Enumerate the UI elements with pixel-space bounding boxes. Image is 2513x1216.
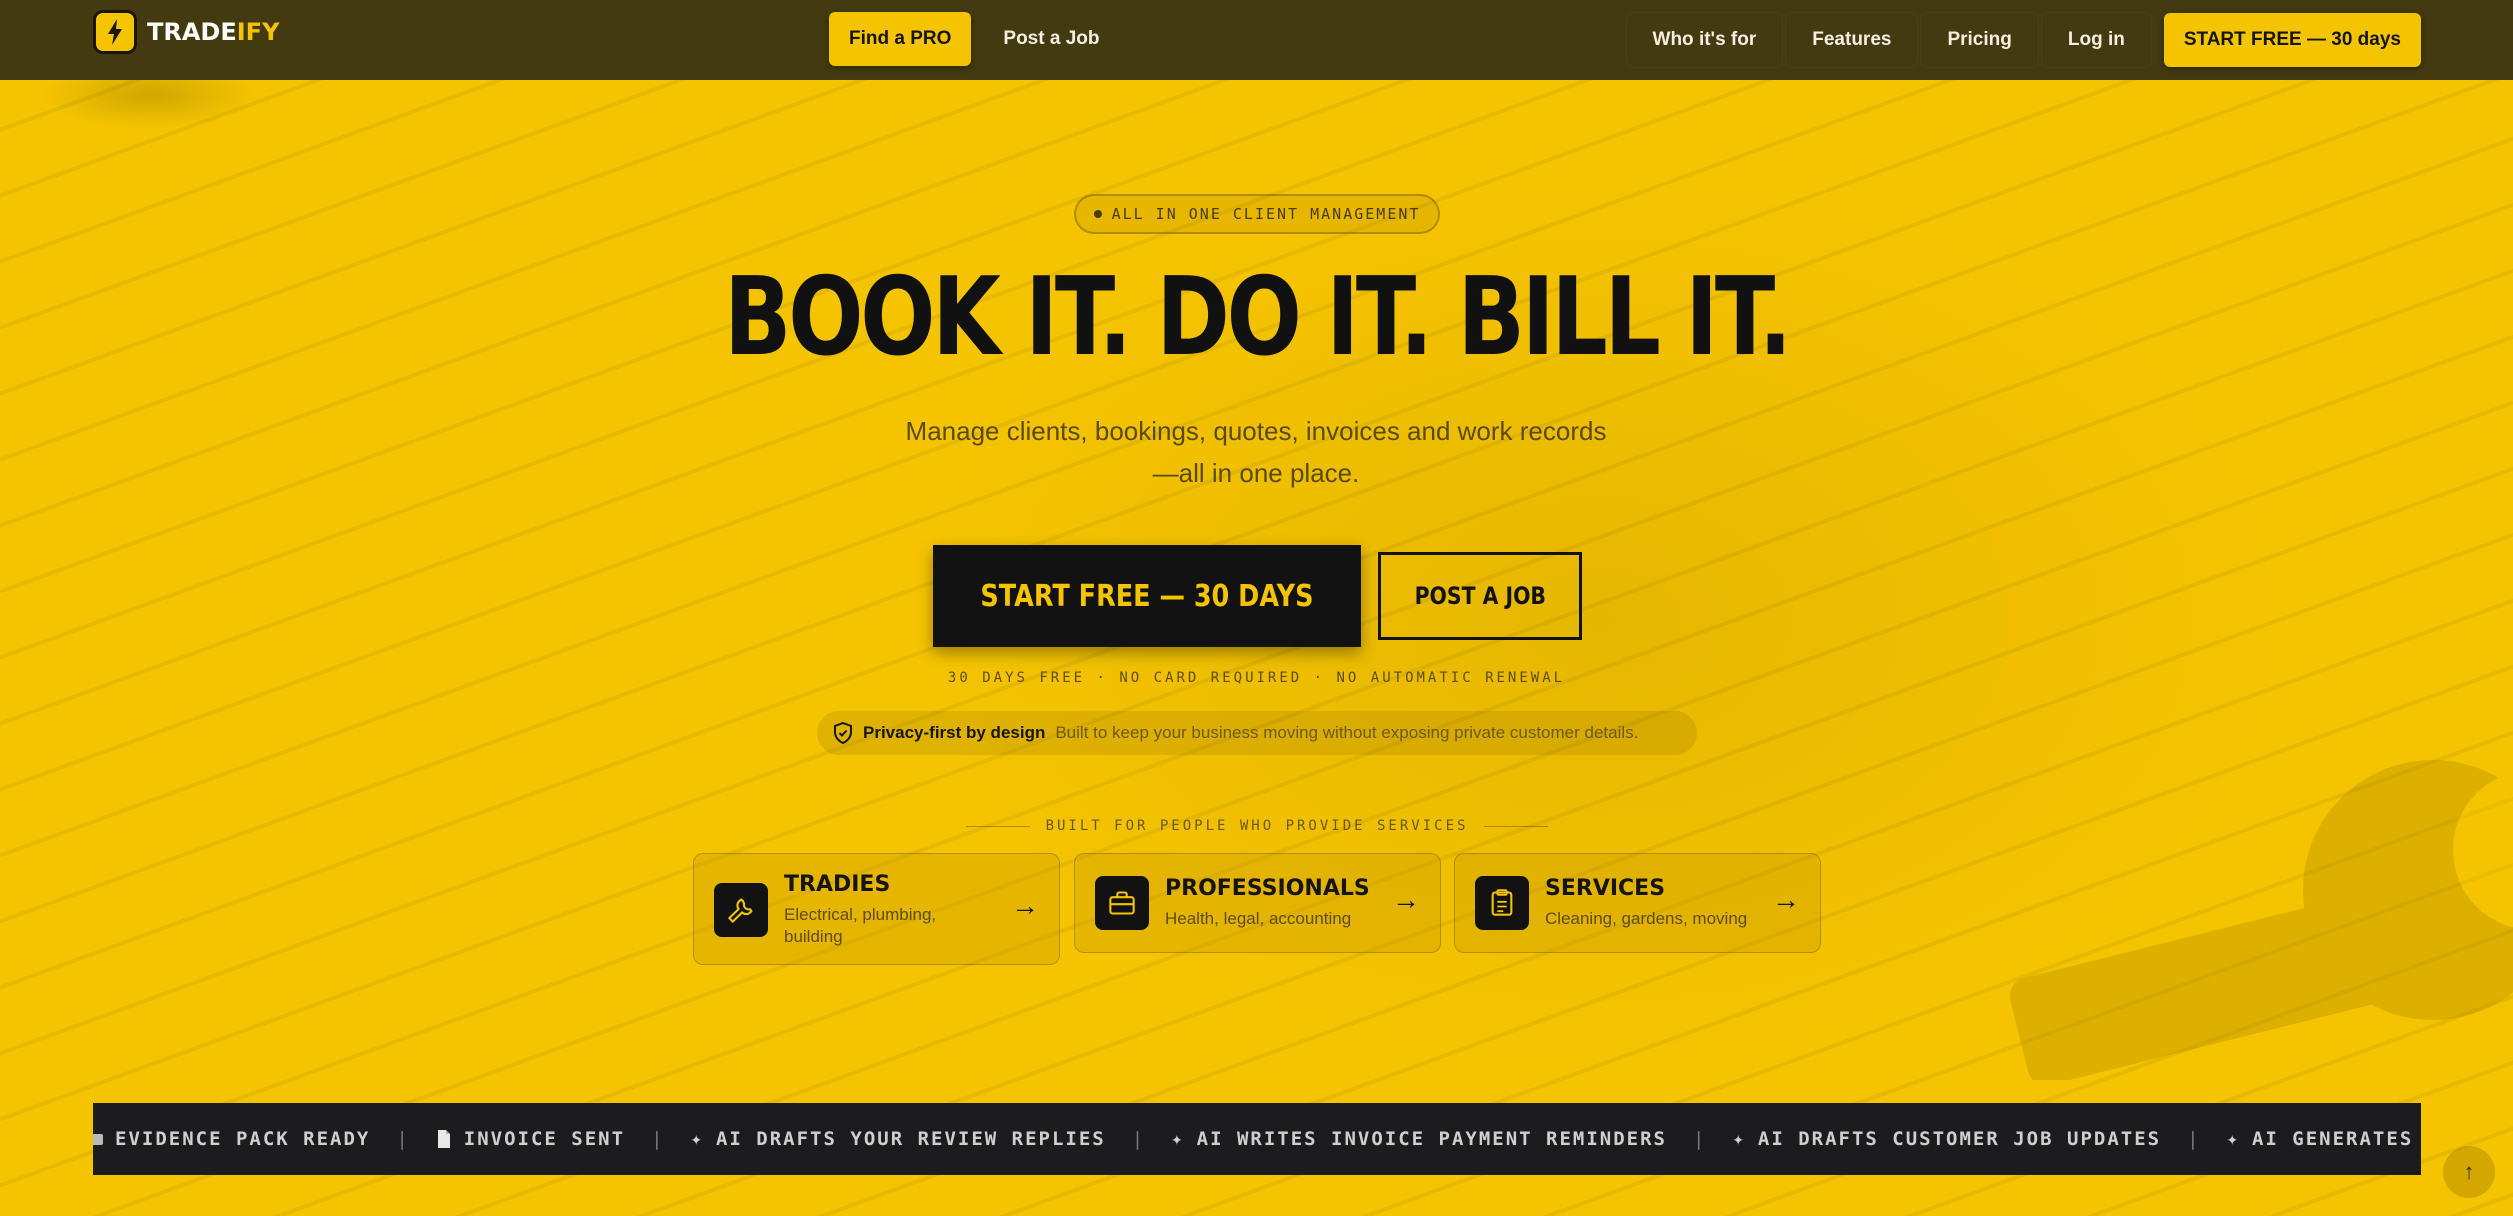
find-a-pro-button[interactable]: Find a PRO bbox=[829, 12, 972, 66]
arrow-right-icon: → bbox=[1011, 890, 1039, 921]
sparkle-icon: ✦ bbox=[1171, 1128, 1185, 1150]
shield-check-icon bbox=[834, 722, 852, 744]
hero-subheading: Manage clients, bookings, quotes, invoic… bbox=[856, 410, 1656, 494]
logo-text: TRADEIFY bbox=[147, 18, 280, 46]
ticker-text: EVIDENCE PACK READY bbox=[115, 1128, 371, 1150]
post-a-job-cta-label: POST A JOB bbox=[1414, 582, 1546, 610]
arrow-right-icon: → bbox=[1392, 884, 1420, 915]
card-desc-line-2: building bbox=[784, 927, 843, 946]
eyebrow-badge: ALL IN ONE CLIENT MANAGEMENT bbox=[1074, 194, 1440, 234]
clipboard-icon bbox=[1475, 876, 1529, 930]
nav-link-features[interactable]: Features bbox=[1785, 12, 1919, 68]
ticker-text: AI GENERATES SERVICE D bbox=[2251, 1128, 2421, 1150]
scroll-to-top-button[interactable]: ↑ bbox=[2443, 1146, 2495, 1198]
ticker-text: AI DRAFTS CUSTOMER JOB UPDATES bbox=[1757, 1128, 2162, 1150]
card-desc-line-1: Electrical, plumbing, bbox=[784, 905, 937, 924]
wrench-watermark-icon bbox=[2009, 760, 2513, 1080]
top-navigation-bar: TRADEIFY Find a PRO Post a Job Who it's … bbox=[0, 0, 2513, 80]
ticker-item: ✦ AI DRAFTS CUSTOMER JOB UPDATES bbox=[1732, 1128, 2161, 1150]
built-for-label: BUILT FOR PEOPLE WHO PROVIDE SERVICES bbox=[1045, 818, 1469, 834]
fineprint-text: 30 DAYS FREE · NO CARD REQUIRED · NO AUT… bbox=[947, 670, 1566, 686]
dot-icon bbox=[1093, 210, 1102, 218]
nav-link-who-its-for[interactable]: Who it's for bbox=[1625, 12, 1784, 68]
start-free-header-button[interactable]: START FREE — 30 days bbox=[2163, 13, 2421, 67]
nav-right: Who it's for Features Pricing Log in STA… bbox=[1625, 12, 2421, 68]
ticker-item: ✦ AI DRAFTS YOUR REVIEW REPLIES bbox=[691, 1128, 1106, 1150]
ticker-text: AI DRAFTS YOUR REVIEW REPLIES bbox=[715, 1128, 1106, 1150]
nav-link-log-in[interactable]: Log in bbox=[2040, 12, 2152, 68]
arrow-right-icon: → bbox=[1772, 884, 1800, 915]
hero-headline: BOOK IT. DO IT. BILL IT. bbox=[724, 255, 1792, 380]
privacy-badge: Privacy-first by design Built to keep yo… bbox=[817, 711, 1697, 755]
wrench-icon bbox=[714, 883, 768, 937]
briefcase-icon bbox=[1095, 876, 1149, 930]
sparkle-icon: ✦ bbox=[2226, 1128, 2240, 1150]
subhead-line-2: —all in one place. bbox=[1152, 458, 1360, 488]
card-desc-line-1: Health, legal, accounting bbox=[1165, 909, 1352, 928]
privacy-text: Built to keep your business moving witho… bbox=[1055, 723, 1639, 742]
card-description: Electrical, plumbing, building bbox=[784, 904, 936, 948]
ticker-separator: | bbox=[1131, 1128, 1146, 1150]
ticker-track: EVIDENCE PACK READY | INVOICE SENT | ✦ A… bbox=[93, 1103, 2421, 1175]
document-icon bbox=[437, 1130, 450, 1148]
card-title: TRADIES bbox=[784, 872, 891, 897]
logo[interactable]: TRADEIFY bbox=[93, 10, 279, 54]
card-title: PROFESSIONALS bbox=[1165, 876, 1370, 901]
sparkle-icon: ✦ bbox=[690, 1128, 704, 1150]
lightning-bolt-icon bbox=[93, 10, 137, 54]
card-description: Health, legal, accounting bbox=[1165, 908, 1351, 930]
ticker-item: EVIDENCE PACK READY bbox=[93, 1128, 370, 1150]
card-tradies[interactable]: TRADIES Electrical, plumbing, building → bbox=[693, 853, 1060, 965]
ticker-item: ✦ AI WRITES INVOICE PAYMENT REMINDERS bbox=[1171, 1128, 1667, 1150]
ticker-separator: | bbox=[396, 1128, 410, 1150]
privacy-title: Privacy-first by design bbox=[863, 723, 1046, 742]
ticker-item: ✦ AI GENERATES SERVICE D bbox=[2227, 1128, 2421, 1150]
post-a-job-cta-button[interactable]: POST A JOB bbox=[1378, 552, 1582, 640]
ticker-item: INVOICE SENT bbox=[436, 1128, 625, 1150]
sparkle-icon: ✦ bbox=[1732, 1128, 1746, 1150]
feature-ticker: EVIDENCE PACK READY | INVOICE SENT | ✦ A… bbox=[93, 1103, 2421, 1175]
divider-line-left bbox=[966, 825, 1030, 827]
nav-center: Find a PRO Post a Job bbox=[829, 12, 1119, 66]
ticker-separator: | bbox=[1693, 1128, 1707, 1150]
ticker-text: INVOICE SENT bbox=[463, 1128, 626, 1150]
post-a-job-link[interactable]: Post a Job bbox=[983, 12, 1119, 66]
arrow-up-icon: ↑ bbox=[2463, 1159, 2475, 1184]
ticker-separator: | bbox=[2187, 1128, 2201, 1150]
subhead-line-1: Manage clients, bookings, quotes, invoic… bbox=[905, 416, 1607, 446]
ticker-separator: | bbox=[651, 1128, 665, 1150]
card-services[interactable]: SERVICES Cleaning, gardens, moving → bbox=[1454, 853, 1821, 953]
card-desc-line-1: Cleaning, gardens, moving bbox=[1545, 909, 1748, 928]
built-for-divider: BUILT FOR PEOPLE WHO PROVIDE SERVICES bbox=[966, 818, 1548, 834]
card-title: SERVICES bbox=[1545, 876, 1666, 901]
eyebrow-text: ALL IN ONE CLIENT MANAGEMENT bbox=[1111, 205, 1421, 223]
start-free-cta-label: START FREE — 30 DAYS bbox=[980, 578, 1314, 614]
card-description: Cleaning, gardens, moving bbox=[1545, 908, 1747, 930]
divider-line-right bbox=[1484, 825, 1548, 827]
folder-icon bbox=[93, 1133, 103, 1145]
ticker-text: AI WRITES INVOICE PAYMENT REMINDERS bbox=[1196, 1128, 1667, 1150]
card-professionals[interactable]: PROFESSIONALS Health, legal, accounting … bbox=[1074, 853, 1441, 953]
nav-link-pricing[interactable]: Pricing bbox=[1920, 12, 2039, 68]
start-free-cta-button[interactable]: START FREE — 30 DAYS bbox=[933, 545, 1361, 647]
